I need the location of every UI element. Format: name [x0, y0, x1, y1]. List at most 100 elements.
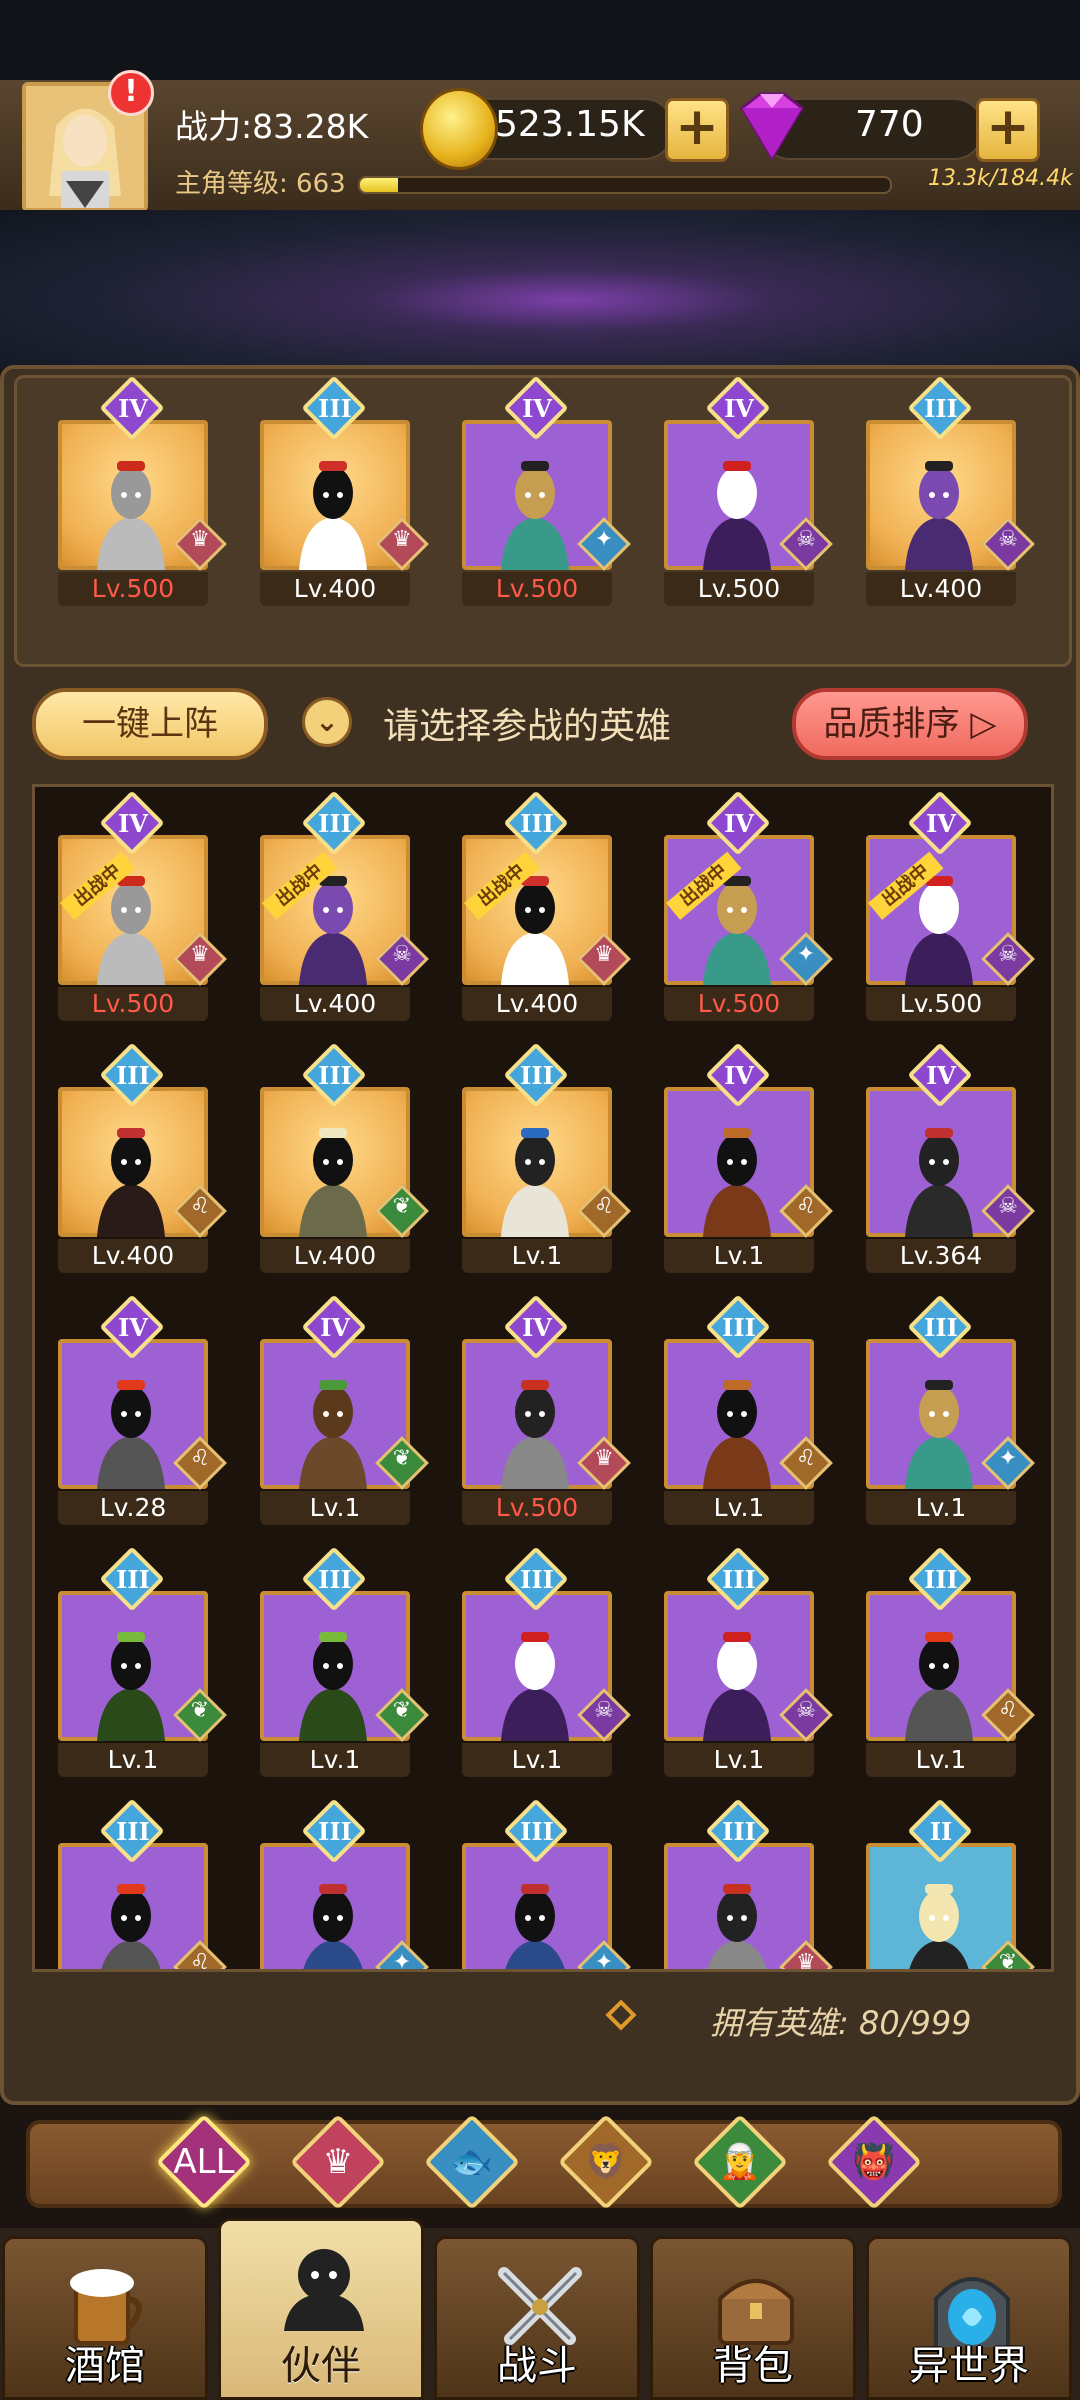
lion-faction-icon: ♌ — [173, 1184, 227, 1238]
heroes-hero-card[interactable]: IV ☠ Lv.364 — [864, 1042, 1035, 1283]
heroes-hero-card[interactable]: III ♌ — [56, 1798, 227, 1969]
rank-numeral: III — [520, 1817, 554, 1846]
crown-faction-icon: ♛ — [173, 932, 227, 986]
heroes-hero-card[interactable]: IV ♌ Lv.1 — [662, 1042, 833, 1283]
team-hero-card[interactable]: III ☠ Lv.400 — [864, 375, 1035, 616]
alert-badge: ! — [108, 70, 154, 116]
heroes-hero-card[interactable]: IV ✦ Lv.500 出战中 — [662, 790, 833, 1031]
heroes-hero-card[interactable]: IV ❦ Lv.1 — [258, 1294, 429, 1535]
exp-bar — [358, 176, 892, 194]
nav-tab-crossed-swords[interactable]: 战斗 — [434, 2236, 640, 2400]
demon-faction-icon: ☠ — [981, 517, 1035, 571]
add-gems-button[interactable]: + — [976, 98, 1040, 162]
rank-numeral: III — [116, 1565, 150, 1594]
elf-faction-icon: ❦ — [375, 1688, 429, 1742]
nav-tab-beer-mug[interactable]: 酒馆 — [2, 2236, 208, 2400]
rank-badge: III — [705, 1546, 772, 1613]
faction-glyph: ✦ — [594, 1950, 614, 1972]
beast-hero-portrait — [905, 1632, 973, 1741]
team-hero-card[interactable]: IV ♛ Lv.500 — [56, 375, 227, 616]
team-hero-card[interactable]: III ♛ Lv.400 — [258, 375, 429, 616]
hero-grid[interactable]: IV ♛ Lv.500 出战中 III ☠ Lv.400 出战中 III ♛ Lv.400 出战中 IV… — [32, 784, 1054, 1972]
hero-level: Lv.400 — [58, 1239, 208, 1273]
faction-glyph: ♌ — [190, 1950, 210, 1972]
lion-faction-filter-button[interactable]: 🦁 — [556, 2112, 656, 2212]
rank-numeral: III — [520, 809, 554, 838]
hero-level: Lv.400 — [260, 572, 410, 606]
rank-badge: III — [907, 375, 974, 442]
heroes-hero-card[interactable]: III ✦ — [460, 1798, 631, 1969]
hero-level: Lv.1 — [58, 1743, 208, 1777]
heroes-hero-card[interactable]: III ✦ — [258, 1798, 429, 1969]
heroes-hero-card[interactable]: IV ♌ Lv.28 — [56, 1294, 227, 1535]
heroes-hero-card[interactable]: III ♌ Lv.1 — [864, 1546, 1035, 1787]
faction-glyph: ♌ — [796, 1194, 816, 1219]
rank-badge: III — [907, 1294, 974, 1361]
heroes-hero-card[interactable]: III ❦ Lv.1 — [258, 1546, 429, 1787]
heroes-hero-card[interactable]: II ❦ — [864, 1798, 1035, 1969]
heroes-hero-card[interactable]: III ♛ Lv.400 出战中 — [460, 790, 631, 1031]
horse-hero-portrait — [703, 1128, 771, 1237]
heroes-hero-card[interactable]: IV ♛ Lv.500 — [460, 1294, 631, 1535]
quality-sort-button[interactable]: 品质排序 ▷ — [792, 688, 1028, 760]
one-key-deploy-button[interactable]: 一键上阵 — [32, 688, 268, 760]
nav-tab-chest[interactable]: 背包 — [650, 2236, 856, 2400]
faction-glyph: ♌ — [190, 1194, 210, 1219]
lion-faction-icon: ♌ — [779, 1184, 833, 1238]
faction-glyph: ☠ — [796, 527, 816, 552]
faction-glyph: ☠ — [392, 942, 412, 967]
rank-badge: IV — [503, 375, 570, 442]
heroes-hero-card[interactable]: III ♛ — [662, 1798, 833, 1969]
rank-badge: IV — [705, 375, 772, 442]
lion-faction-icon: ♌ — [981, 1688, 1035, 1742]
heroes-hero-card[interactable]: III ❦ Lv.1 — [56, 1546, 227, 1787]
hero-level: Lv.28 — [58, 1491, 208, 1525]
rank-numeral: IV — [118, 809, 148, 838]
faction-glyph: ❦ — [190, 1698, 210, 1723]
demon-faction-icon: ☠ — [577, 1688, 631, 1742]
heroes-hero-card[interactable]: III ♌ Lv.400 — [56, 1042, 227, 1283]
faction-glyph: ❦ — [998, 1950, 1018, 1972]
elf-faction-icon: 🧝 — [718, 2142, 762, 2182]
team-hero-card[interactable]: IV ☠ Lv.500 — [662, 375, 833, 616]
rank-numeral: IV — [724, 809, 754, 838]
all-filter-button[interactable]: ALL — [154, 2112, 254, 2212]
add-gold-button[interactable]: + — [665, 98, 729, 162]
anubis-hero-portrait — [501, 1128, 569, 1237]
nav-tab-portal[interactable]: 异世界 — [866, 2236, 1072, 2400]
heroes-hero-card[interactable]: III ☠ Lv.1 — [662, 1546, 833, 1787]
rank-numeral: IV — [724, 394, 754, 423]
rank-numeral: IV — [522, 1313, 552, 1342]
heroes-hero-card[interactable]: III ☠ Lv.1 — [460, 1546, 631, 1787]
rank-numeral: IV — [522, 394, 552, 423]
knight-hero-portrait — [97, 461, 165, 570]
team-hero-card[interactable]: IV ✦ Lv.500 — [460, 375, 631, 616]
heroes-hero-card[interactable]: III ☠ Lv.400 出战中 — [258, 790, 429, 1031]
fish-faction-icon: ✦ — [981, 1436, 1035, 1490]
rank-numeral: IV — [118, 1313, 148, 1342]
rank-numeral: IV — [118, 394, 148, 423]
priest-hero-portrait — [299, 461, 367, 570]
heroes-hero-card[interactable]: III ♌ Lv.1 — [662, 1294, 833, 1535]
heroes-hero-card[interactable]: IV ♛ Lv.500 出战中 — [56, 790, 227, 1031]
nav-tab-partner[interactable]: 伙伴 — [218, 2218, 424, 2400]
background-banner — [0, 210, 1080, 370]
rank-badge: III — [301, 1042, 368, 1109]
demon-faction-filter-button[interactable]: 👹 — [824, 2112, 924, 2212]
heroes-hero-card[interactable]: IV ☠ Lv.500 出战中 — [864, 790, 1035, 1031]
crown-faction-icon: ♛ — [779, 1940, 833, 1969]
rank-badge: III — [907, 1546, 974, 1613]
heroes-hero-card[interactable]: III ♌ Lv.1 — [460, 1042, 631, 1283]
rank-numeral: III — [722, 1565, 756, 1594]
hero-level: Lv.500 — [58, 987, 208, 1021]
elf-faction-icon: ❦ — [981, 1940, 1035, 1972]
faction-glyph: ✦ — [998, 1446, 1018, 1471]
heroes-hero-card[interactable]: III ✦ Lv.1 — [864, 1294, 1035, 1535]
gem-value: 770 — [855, 104, 924, 145]
crown-faction-filter-button[interactable]: ♛ — [288, 2112, 388, 2212]
fish-faction-filter-button[interactable]: 🐟 — [422, 2112, 522, 2212]
nav-label: 酒馆 — [65, 2343, 145, 2389]
heroes-hero-card[interactable]: III ❦ Lv.400 — [258, 1042, 429, 1283]
hero-level: Lv.1 — [866, 1743, 1016, 1777]
elf-faction-filter-button[interactable]: 🧝 — [690, 2112, 790, 2212]
